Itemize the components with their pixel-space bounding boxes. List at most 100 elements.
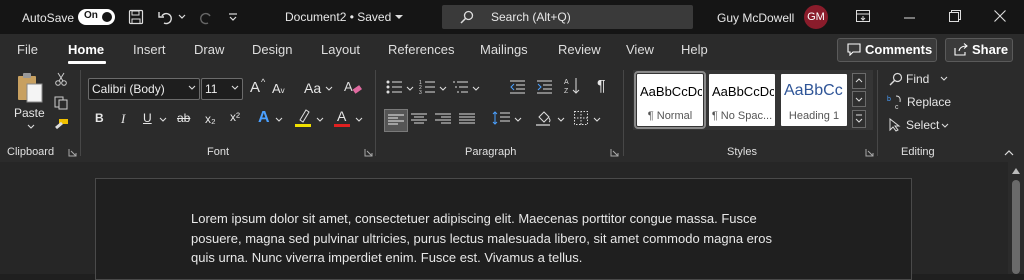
copy-icon[interactable] [54,96,68,110]
align-center-icon[interactable] [411,113,427,125]
tab-mailings[interactable]: Mailings [480,42,528,57]
scroll-up-icon[interactable] [1012,168,1020,174]
chevron-down-icon[interactable] [514,117,522,122]
paragraph-group-label: Paragraph [465,146,517,158]
minimize-icon[interactable] [904,17,915,19]
replace-icon[interactable]: bc [887,94,903,110]
vertical-scrollbar[interactable] [1008,162,1024,274]
styles-scroll-down-icon[interactable] [852,91,866,107]
shading-icon[interactable] [536,109,552,127]
title-dropdown-icon[interactable] [395,15,403,20]
justify-icon[interactable] [459,113,475,125]
search-box[interactable]: Search (Alt+Q) [442,5,693,29]
avatar[interactable]: GM [804,5,828,29]
chevron-down-icon[interactable] [593,117,601,122]
chevron-down-icon[interactable] [940,76,948,81]
decrease-indent-icon[interactable] [509,80,525,94]
cut-icon[interactable] [55,72,67,86]
grow-font-button[interactable]: A [250,79,260,96]
align-left-button[interactable] [384,109,408,132]
paste-label[interactable]: Paste [14,106,45,120]
ribbon-display-options-icon[interactable] [856,10,870,22]
sort-icon[interactable]: AZ [564,77,580,95]
user-name[interactable]: Guy McDowell [717,11,794,25]
customize-toolbar-icon[interactable] [228,12,238,22]
chevron-down-icon[interactable] [355,117,363,122]
line-spacing-icon[interactable] [492,111,510,125]
clipboard-launcher-icon[interactable] [68,148,77,157]
shrink-font-icon[interactable]: Av [272,81,285,96]
highlighter-icon[interactable] [294,108,312,128]
document-body[interactable]: Lorem ipsum dolor sit amet, consectetuer… [191,209,811,268]
change-case-button[interactable]: Aa [304,80,321,96]
tab-layout[interactable]: Layout [321,42,360,57]
clear-formatting-icon[interactable]: A [344,78,362,96]
numbering-icon[interactable]: 123 [419,80,435,94]
comments-button[interactable]: Comments [837,38,937,62]
redo-icon[interactable] [196,9,214,25]
chevron-down-icon[interactable] [406,86,414,91]
chevron-down-icon[interactable] [325,86,333,91]
tab-references[interactable]: References [388,42,454,57]
chevron-down-icon[interactable] [472,86,480,91]
style-no-spacing[interactable]: AaBbCcDc ¶ No Spac... [709,74,775,126]
chevron-down-icon[interactable] [941,123,949,128]
find-button[interactable]: Find [906,72,929,86]
chevron-down-icon[interactable] [316,117,324,122]
restore-icon[interactable] [949,10,961,22]
multilevel-list-icon[interactable] [452,80,468,94]
align-right-icon[interactable] [435,113,451,125]
tab-file[interactable]: File [17,42,38,57]
chevron-down-icon[interactable] [275,117,283,122]
font-color-button[interactable]: A [337,108,346,124]
styles-launcher-icon[interactable] [865,148,874,157]
tab-insert[interactable]: Insert [133,42,166,57]
styles-more-icon[interactable] [852,110,866,128]
tab-home[interactable]: Home [68,42,104,57]
scroll-thumb[interactable] [1012,180,1020,274]
bullets-icon[interactable] [386,80,402,94]
save-icon[interactable] [128,9,144,25]
tab-view[interactable]: View [626,42,654,57]
text-effects-button[interactable]: A [258,109,270,127]
collapse-ribbon-icon[interactable] [1004,150,1014,156]
bold-button[interactable]: B [95,111,104,125]
increase-indent-icon[interactable] [536,80,552,94]
tab-draw[interactable]: Draw [194,42,224,57]
select-button[interactable]: Select [906,118,939,132]
style-heading-1[interactable]: AaBbCc Heading 1 [781,74,847,126]
close-icon[interactable] [994,10,1006,22]
strikethrough-button[interactable]: ab [177,111,190,125]
subscript-button[interactable]: x₂ [205,112,216,126]
autosave-toggle[interactable]: On [78,9,115,25]
styles-scroll-up-icon[interactable] [852,73,866,89]
chevron-down-icon[interactable] [557,117,565,122]
font-launcher-icon[interactable] [364,148,373,157]
paragraph-launcher-icon[interactable] [610,148,619,157]
tab-help[interactable]: Help [681,42,708,57]
style-normal[interactable]: AaBbCcDc ¶ Normal [634,71,706,129]
font-name-dropdown[interactable]: Calibri (Body) [88,78,200,100]
replace-button[interactable]: Replace [907,95,951,109]
share-button[interactable]: Share [945,38,1013,62]
find-icon[interactable] [889,72,903,86]
show-formatting-marks-icon[interactable]: ¶ [597,78,606,96]
borders-icon[interactable] [574,111,588,125]
chevron-down-icon[interactable] [439,86,447,91]
paste-dropdown-icon[interactable] [27,124,35,129]
font-size-value: 11 [205,82,218,96]
document-title[interactable]: Document2 • Saved [285,10,391,24]
paste-icon[interactable] [15,72,45,104]
italic-button[interactable]: I [121,111,125,127]
superscript-button[interactable]: x² [230,110,240,124]
undo-dropdown-icon[interactable] [178,14,186,20]
underline-button[interactable]: U [143,111,152,125]
chevron-down-icon[interactable] [159,117,167,122]
select-icon[interactable] [889,118,901,132]
format-painter-icon[interactable] [53,118,69,134]
undo-icon[interactable] [158,9,176,25]
tab-review[interactable]: Review [558,42,601,57]
font-color-swatch [334,124,350,127]
font-size-dropdown[interactable]: 11 [201,78,243,100]
tab-design[interactable]: Design [252,42,292,57]
